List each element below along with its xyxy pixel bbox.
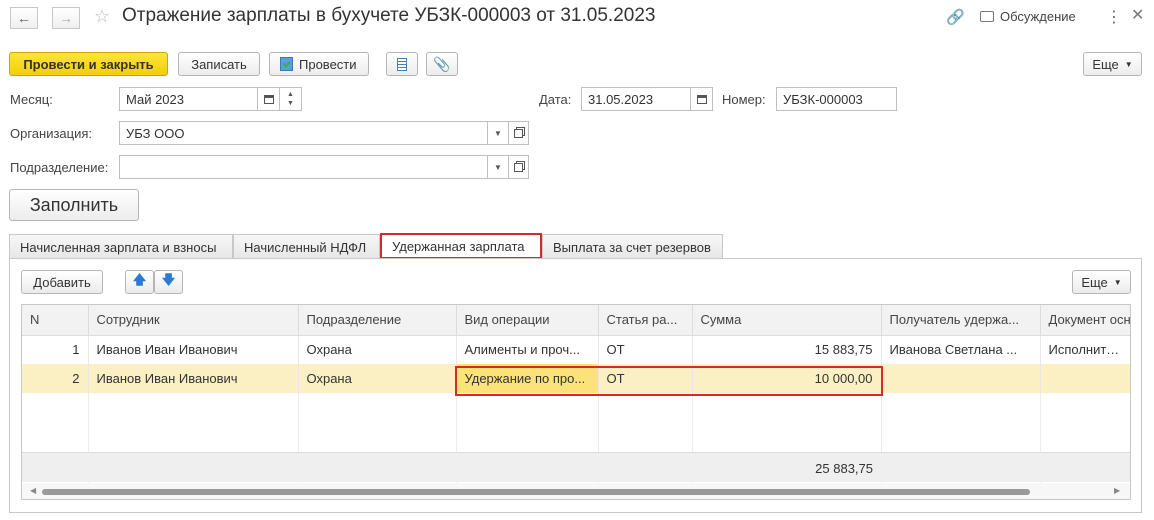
fill-button[interactable]: Заполнить	[9, 189, 139, 221]
cell-sum[interactable]: 15 883,75	[692, 335, 882, 364]
organization-open-button[interactable]	[508, 121, 529, 145]
date-field[interactable]: 31.05.2023	[581, 87, 691, 111]
save-button[interactable]: Записать	[178, 52, 260, 76]
cell-department[interactable]: Охрана	[298, 364, 457, 393]
cell-department[interactable]: Охрана	[298, 335, 457, 364]
table-footer: 25 883,75	[22, 452, 1130, 482]
scroll-left-icon[interactable]: ◀	[30, 486, 36, 495]
table-more-button[interactable]: Еще ▼	[1072, 270, 1131, 294]
organization-label: Организация:	[10, 126, 93, 141]
table-row[interactable]: 1 Иванов Иван Иванович Охрана Алименты и…	[22, 335, 1130, 364]
table-header-row: N Сотрудник Подразделение Вид операции С…	[22, 305, 1130, 336]
arrow-down-icon: 🡇	[161, 272, 176, 287]
favorite-star-icon[interactable]: ☆	[94, 6, 110, 27]
cell-recipient[interactable]	[881, 364, 1041, 393]
move-up-button[interactable]: 🡅	[125, 270, 154, 294]
organization-field[interactable]: УБЗ ООО	[119, 121, 488, 145]
cell-n[interactable]: 1	[22, 335, 89, 364]
chevron-down-icon: ▼	[494, 128, 502, 138]
more-button-label: Еще	[1092, 56, 1119, 72]
close-icon[interactable]: ✕	[1131, 5, 1144, 25]
post-and-close-button[interactable]: Провести и закрыть	[9, 52, 168, 76]
chevron-down-icon: ▼	[1124, 59, 1133, 69]
column-header-department[interactable]: Подразделение	[298, 305, 457, 336]
stepper-down-icon[interactable]: ▼	[287, 99, 294, 108]
post-button-label: Провести	[299, 56, 357, 72]
chevron-down-icon: ▼	[494, 162, 502, 172]
highlight-frame	[455, 366, 883, 396]
column-header-n[interactable]: N	[22, 305, 89, 336]
tab-accrued-salary[interactable]: Начисленная зарплата и взносы	[9, 234, 233, 259]
department-dropdown-button[interactable]: ▼	[487, 155, 509, 179]
column-header-recipient[interactable]: Получатель удержа...	[881, 305, 1041, 336]
forward-button[interactable]: →	[52, 7, 80, 29]
more-vertical-icon[interactable]: ⋮	[1106, 7, 1122, 27]
link-icon[interactable]: 🔗	[946, 8, 965, 26]
open-window-icon	[514, 128, 523, 138]
discussion-button[interactable]: Обсуждение	[980, 9, 1076, 24]
number-field[interactable]: УБЗК-000003	[776, 87, 897, 111]
column-header-employee[interactable]: Сотрудник	[88, 305, 299, 336]
total-sum: 25 883,75	[815, 460, 873, 476]
post-button[interactable]: Провести	[269, 52, 369, 76]
back-button[interactable]: ←	[10, 7, 38, 29]
cell-n[interactable]: 2	[22, 364, 89, 393]
more-button[interactable]: Еще ▼	[1083, 52, 1142, 76]
horizontal-scrollbar[interactable]: ◀ ▶	[22, 483, 1130, 499]
calendar-icon	[263, 94, 274, 104]
stepper-up-icon[interactable]: ▲	[287, 90, 294, 99]
attach-button[interactable]: 📎	[426, 52, 458, 76]
month-field[interactable]: Май 2023	[119, 87, 258, 111]
department-label: Подразделение:	[10, 160, 109, 175]
tab-payment-from-reserves[interactable]: Выплата за счет резервов	[542, 234, 723, 259]
cell-recipient[interactable]: Иванова Светлана ...	[881, 335, 1041, 364]
arrow-up-icon: 🡅	[132, 272, 147, 287]
department-field[interactable]	[119, 155, 488, 179]
page-title: Отражение зарплаты в бухучете УБЗК-00000…	[122, 5, 656, 26]
calendar-icon	[696, 94, 707, 104]
post-document-icon	[280, 57, 293, 71]
column-header-base-document[interactable]: Документ осн	[1040, 305, 1130, 336]
report-list-icon	[397, 57, 407, 71]
tab-accrued-ndfl[interactable]: Начисленный НДФЛ	[233, 234, 380, 259]
scroll-right-icon[interactable]: ▶	[1114, 486, 1120, 495]
organization-dropdown-button[interactable]: ▼	[487, 121, 509, 145]
tab-withheld-salary[interactable]: Удержанная зарплата	[380, 233, 542, 259]
column-header-operation-type[interactable]: Вид операции	[456, 305, 599, 336]
cell-base-document[interactable]	[1040, 364, 1130, 393]
number-label: Номер:	[722, 92, 766, 107]
month-stepper[interactable]: ▲ ▼	[279, 87, 302, 111]
department-open-button[interactable]	[508, 155, 529, 179]
cell-employee[interactable]: Иванов Иван Иванович	[88, 364, 299, 393]
scrollbar-thumb[interactable]	[42, 489, 1030, 495]
cell-base-document[interactable]: Исполнителы	[1040, 335, 1130, 364]
paperclip-icon: 📎	[433, 55, 451, 72]
table-more-label: Еще	[1081, 274, 1108, 290]
column-header-expense-item[interactable]: Статья ра...	[598, 305, 693, 336]
cell-expense-item[interactable]: ОТ	[598, 335, 693, 364]
arrow-left-icon: ←	[17, 10, 31, 26]
discussion-label: Обсуждение	[1000, 9, 1076, 24]
add-button[interactable]: Добавить	[21, 270, 103, 294]
chevron-down-icon: ▼	[1113, 277, 1122, 287]
column-header-sum[interactable]: Сумма	[692, 305, 882, 336]
open-window-icon	[514, 162, 523, 172]
chat-icon	[980, 11, 994, 22]
withholding-table: N Сотрудник Подразделение Вид операции С…	[21, 304, 1131, 500]
date-calendar-button[interactable]	[690, 87, 713, 111]
move-down-button[interactable]: 🡇	[154, 270, 183, 294]
cell-operation-type[interactable]: Алименты и проч...	[456, 335, 599, 364]
report-button[interactable]	[386, 52, 418, 76]
month-calendar-button[interactable]	[257, 87, 280, 111]
date-label: Дата:	[539, 92, 572, 107]
cell-employee[interactable]: Иванов Иван Иванович	[88, 335, 299, 364]
arrow-right-icon: →	[59, 10, 73, 26]
month-label: Месяц:	[10, 92, 53, 107]
